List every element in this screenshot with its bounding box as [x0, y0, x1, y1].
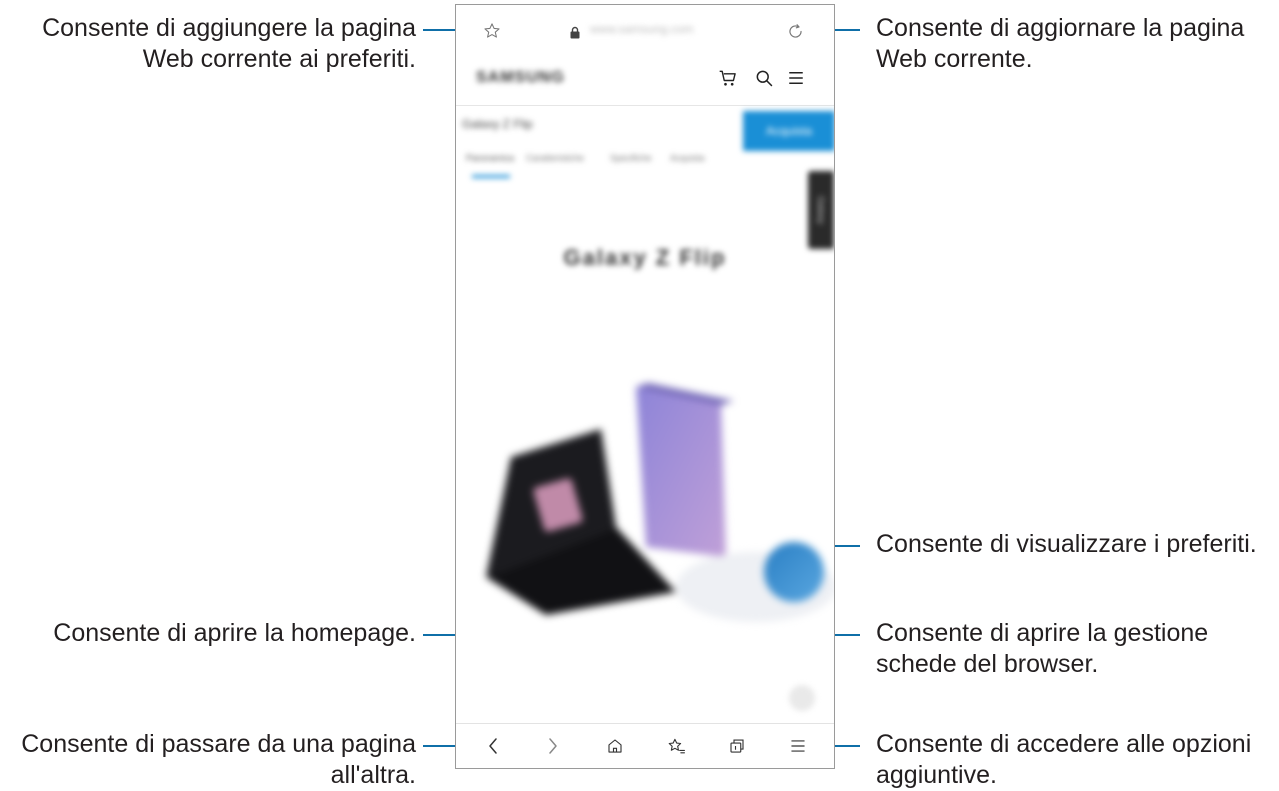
hero-phones-image — [486, 383, 834, 622]
forward-icon[interactable] — [546, 736, 560, 756]
callout-tabs-manager-line2: schede del browser. — [876, 650, 1099, 678]
promo-buy-button[interactable]: Acquista — [743, 111, 834, 151]
scroll-top-button[interactable] — [789, 685, 815, 711]
lock-icon — [570, 26, 580, 39]
back-icon[interactable] — [486, 736, 500, 756]
search-icon[interactable] — [754, 68, 774, 88]
callout-view-bookmarks-line1: Consente di visualizzare i preferiti. — [876, 530, 1257, 558]
star-add-bookmark-icon[interactable] — [483, 22, 501, 40]
bottom-navigation — [456, 723, 834, 768]
sub-tab-1[interactable]: Caratteristiche — [526, 153, 584, 163]
callout-tabs-manager: Consente di aprire la gestione schede de… — [876, 618, 1208, 680]
side-floating-tab-label: Galaxy — [816, 195, 826, 224]
sub-tabs: Panoramica Caratteristiche Specifiche Ac… — [462, 153, 722, 181]
site-header: SAMSUNG — [456, 55, 834, 106]
more-options-icon[interactable] — [789, 738, 807, 754]
tabs-icon[interactable] — [728, 737, 746, 755]
promo-bar: Galaxy Z Flip Acquista — [456, 107, 834, 151]
callout-add-bookmark: Consente di aggiungere la pagina Web cor… — [42, 13, 416, 75]
phone-screen: www.samsung.com SAMSUNG Galaxy Z Flip Ac… — [455, 4, 835, 769]
address-url[interactable]: www.samsung.com — [590, 22, 720, 38]
site-logo[interactable]: SAMSUNG — [476, 69, 565, 87]
bookmarks-icon[interactable] — [667, 737, 686, 756]
callout-refresh-line1: Consente di aggiornare la pagina — [876, 14, 1245, 42]
home-icon[interactable] — [606, 737, 624, 755]
promo-text: Galaxy Z Flip — [462, 117, 533, 131]
sub-tab-3[interactable]: Acquista — [670, 153, 705, 163]
callout-options-line1: Consente di accedere alle opzioni — [876, 730, 1252, 758]
callout-add-bookmark-line2: Web corrente ai preferiti. — [142, 45, 416, 73]
address-bar: www.samsung.com — [456, 5, 834, 55]
callout-options: Consente di accedere alle opzioni aggiun… — [876, 729, 1251, 791]
callout-add-bookmark-line1: Consente di aggiungere la pagina — [42, 14, 416, 42]
promo-buy-button-label: Acquista — [765, 124, 813, 138]
cart-icon[interactable] — [718, 68, 738, 88]
menu-icon[interactable] — [787, 69, 805, 87]
callout-refresh: Consente di aggiornare la pagina Web cor… — [876, 13, 1244, 75]
callout-navigate: Consente di passare da una pagina all'al… — [21, 729, 416, 791]
callout-view-bookmarks: Consente di visualizzare i preferiti. — [876, 529, 1257, 560]
callout-home-line1: Consente di aprire la homepage. — [53, 619, 416, 647]
callout-navigate-line1: Consente di passare da una pagina — [21, 730, 416, 758]
callout-home: Consente di aprire la homepage. — [53, 618, 416, 649]
callout-navigate-line2: all'altra. — [330, 761, 416, 789]
callout-tabs-manager-line1: Consente di aprire la gestione — [876, 619, 1209, 647]
side-floating-tab[interactable]: Galaxy — [808, 171, 834, 249]
sub-tab-2[interactable]: Specifiche — [610, 153, 652, 163]
hero-title: Galaxy Z Flip — [563, 245, 727, 270]
callout-refresh-line2: Web corrente. — [876, 45, 1033, 73]
sub-tab-0[interactable]: Panoramica — [466, 153, 514, 163]
refresh-icon[interactable] — [786, 22, 805, 41]
sub-tab-active-indicator — [472, 175, 510, 178]
callout-options-line2: aggiuntive. — [876, 761, 997, 789]
